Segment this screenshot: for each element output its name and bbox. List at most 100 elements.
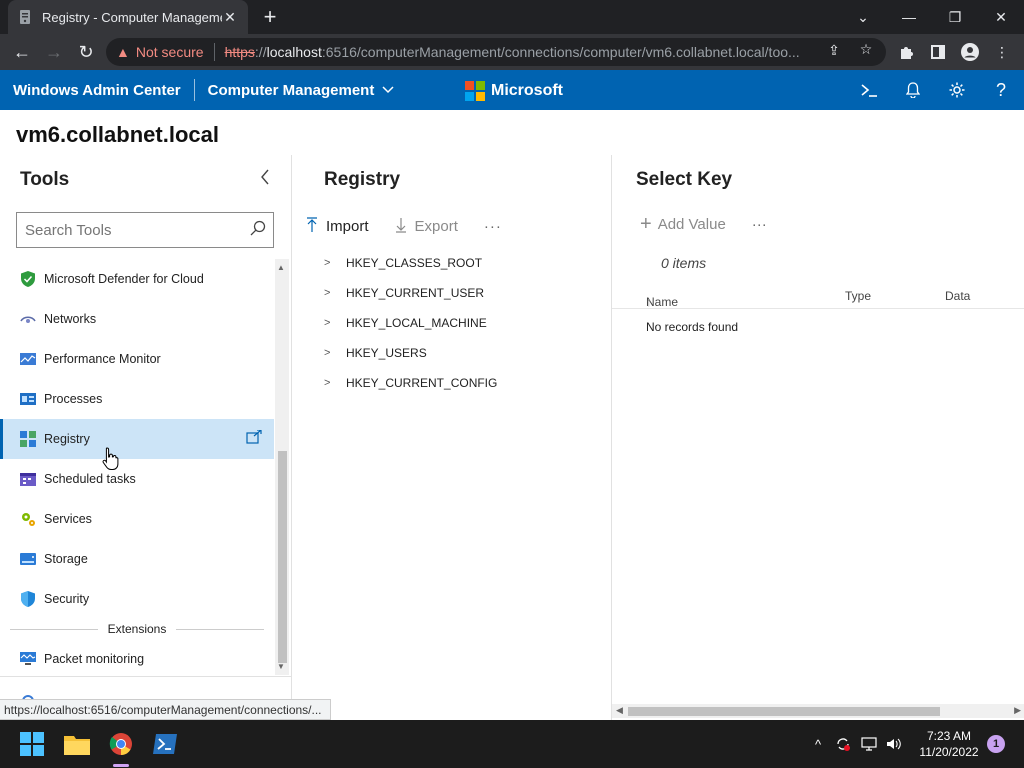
hive-node[interactable]: > HKEY_CLASSES_ROOT (324, 248, 497, 278)
tray-chevron-up-icon[interactable]: ^ (808, 734, 828, 754)
hive-node[interactable]: > HKEY_LOCAL_MACHINE (324, 308, 497, 338)
file-explorer-icon[interactable] (61, 728, 93, 760)
chrome-icon[interactable] (105, 728, 137, 760)
warning-triangle-icon[interactable]: ▲ (116, 44, 130, 60)
chevron-right-icon[interactable]: > (324, 317, 346, 329)
chevron-right-icon[interactable]: > (324, 377, 346, 389)
hive-node[interactable]: > HKEY_USERS (324, 338, 497, 368)
tool-item-storage[interactable]: Storage (0, 539, 274, 579)
browser-tab[interactable]: Registry - Computer Management ✕ (8, 0, 248, 34)
close-window-button[interactable]: ✕ (978, 0, 1024, 34)
scroll-left-arrow-icon[interactable]: ◀ (616, 705, 623, 716)
context-switcher[interactable]: Computer Management (208, 82, 395, 99)
scroll-down-arrow-icon[interactable]: ▼ (277, 662, 285, 671)
tool-item-defender[interactable]: Microsoft Defender for Cloud (0, 259, 274, 299)
tool-item-label: Scheduled tasks (44, 472, 136, 486)
sync-icon[interactable] (833, 734, 853, 754)
tools-pane: Tools Microsoft Defender for Cloud Netwo… (0, 155, 292, 720)
export-button[interactable]: Export (395, 217, 458, 236)
shield-check-icon (20, 271, 36, 287)
extensions-puzzle-icon[interactable] (896, 42, 916, 62)
tool-item-scheduled-tasks[interactable]: Scheduled tasks (0, 459, 274, 499)
new-tab-button[interactable]: + (258, 5, 282, 29)
select-key-heading: Select Key (636, 169, 733, 190)
select-key-pane: Select Key + Add Value ··· 0 items Name … (612, 155, 1024, 720)
side-panel-icon[interactable] (928, 42, 948, 62)
registry-action-bar: Import Export ··· (306, 217, 502, 236)
search-tools-input[interactable] (25, 221, 243, 239)
registry-icon (20, 431, 36, 447)
chevron-right-icon[interactable]: > (324, 347, 346, 359)
hive-label: HKEY_CLASSES_ROOT (346, 256, 483, 270)
settings-gear-icon[interactable] (945, 78, 969, 102)
tool-item-networks[interactable]: Networks (0, 299, 274, 339)
minimize-button[interactable]: — (886, 0, 932, 34)
chevron-right-icon[interactable]: > (324, 257, 346, 269)
context-label: Computer Management (207, 81, 375, 99)
packet-monitoring-icon (20, 651, 36, 667)
url-path: :6516/computerManagement/connections/com… (321, 44, 800, 60)
hive-node[interactable]: > HKEY_CURRENT_USER (324, 278, 497, 308)
values-scrollbar-thumb[interactable] (628, 707, 940, 716)
forward-arrow-icon[interactable]: → (42, 40, 66, 64)
registry-more-icon[interactable]: ··· (484, 218, 502, 235)
address-bar[interactable]: ▲ Not secure https:// localhost :6516/co… (106, 38, 886, 66)
extensions-label: Extensions (107, 622, 167, 636)
help-question-icon[interactable]: ? (989, 78, 1013, 102)
hive-label: HKEY_LOCAL_MACHINE (346, 316, 487, 330)
sort-arrow-up-icon: ↑ (646, 295, 652, 309)
powershell-icon[interactable] (149, 728, 181, 760)
collapse-chevron-left-icon[interactable] (260, 169, 270, 190)
powershell-prompt-icon[interactable] (857, 78, 881, 102)
profile-avatar-icon[interactable] (960, 42, 980, 62)
browser-menu-icon[interactable]: ⋮ (992, 42, 1012, 62)
tool-item-packet-monitoring[interactable]: Packet monitoring (0, 639, 274, 675)
wac-app-title[interactable]: Windows Admin Center (13, 82, 181, 99)
column-header-type[interactable]: Type (845, 289, 871, 303)
key-action-bar: + Add Value ··· (640, 213, 767, 236)
import-button[interactable]: Import (306, 217, 369, 236)
key-more-icon[interactable]: ··· (752, 216, 767, 233)
server-favicon-icon (18, 10, 32, 24)
tab-search-icon[interactable]: ⌄ (840, 0, 886, 34)
values-horizontal-scrollbar[interactable]: ◀ ▶ (612, 704, 1024, 718)
reload-icon[interactable]: ↻ (74, 40, 98, 64)
search-icon[interactable] (243, 220, 273, 240)
scroll-right-arrow-icon[interactable]: ▶ (1014, 705, 1021, 716)
tool-item-performance-monitor[interactable]: Performance Monitor (0, 339, 274, 379)
search-tools-field[interactable] (16, 212, 274, 248)
scroll-up-arrow-icon[interactable]: ▲ (277, 263, 285, 272)
security-shield-icon (20, 591, 36, 607)
chevron-right-icon[interactable]: > (324, 287, 346, 299)
add-value-button[interactable]: Add Value (658, 216, 726, 233)
tool-item-processes[interactable]: Processes (0, 379, 274, 419)
back-arrow-icon[interactable]: ← (10, 40, 34, 64)
hive-label: HKEY_CURRENT_CONFIG (346, 376, 498, 390)
tool-item-registry[interactable]: Registry (0, 419, 274, 459)
column-header-data[interactable]: Data (945, 289, 970, 303)
chevron-down-icon (382, 83, 394, 97)
notifications-bell-icon[interactable] (901, 78, 925, 102)
add-plus-icon[interactable]: + (640, 213, 652, 236)
tools-scrollbar-thumb[interactable] (278, 451, 287, 663)
scheduled-tasks-icon (20, 471, 36, 487)
tool-item-security[interactable]: Security (0, 579, 274, 619)
share-icon[interactable]: ⇪ (824, 42, 844, 59)
tab-close-icon[interactable]: ✕ (222, 9, 238, 26)
maximize-button[interactable]: ❐ (932, 0, 978, 34)
network-icon (20, 311, 36, 327)
system-clock[interactable]: 7:23 AM 11/20/2022 (912, 728, 986, 760)
tools-scrollbar[interactable]: ▲ ▼ (275, 259, 289, 675)
windows-start-icon[interactable] (16, 728, 48, 760)
hive-node[interactable]: > HKEY_CURRENT_CONFIG (324, 368, 497, 398)
notification-badge[interactable]: 1 (987, 735, 1005, 753)
bookmark-star-icon[interactable]: ☆ (856, 41, 876, 58)
items-count: 0 items (661, 255, 707, 271)
windows-taskbar: ^ 7:23 AM 11/20/2022 (0, 720, 1024, 768)
open-new-window-icon[interactable] (246, 429, 262, 447)
registry-heading: Registry (324, 169, 401, 190)
volume-icon[interactable] (884, 734, 904, 754)
not-secure-label[interactable]: Not secure (136, 44, 204, 60)
network-display-icon[interactable] (859, 734, 879, 754)
tool-item-services[interactable]: Services (0, 499, 274, 539)
